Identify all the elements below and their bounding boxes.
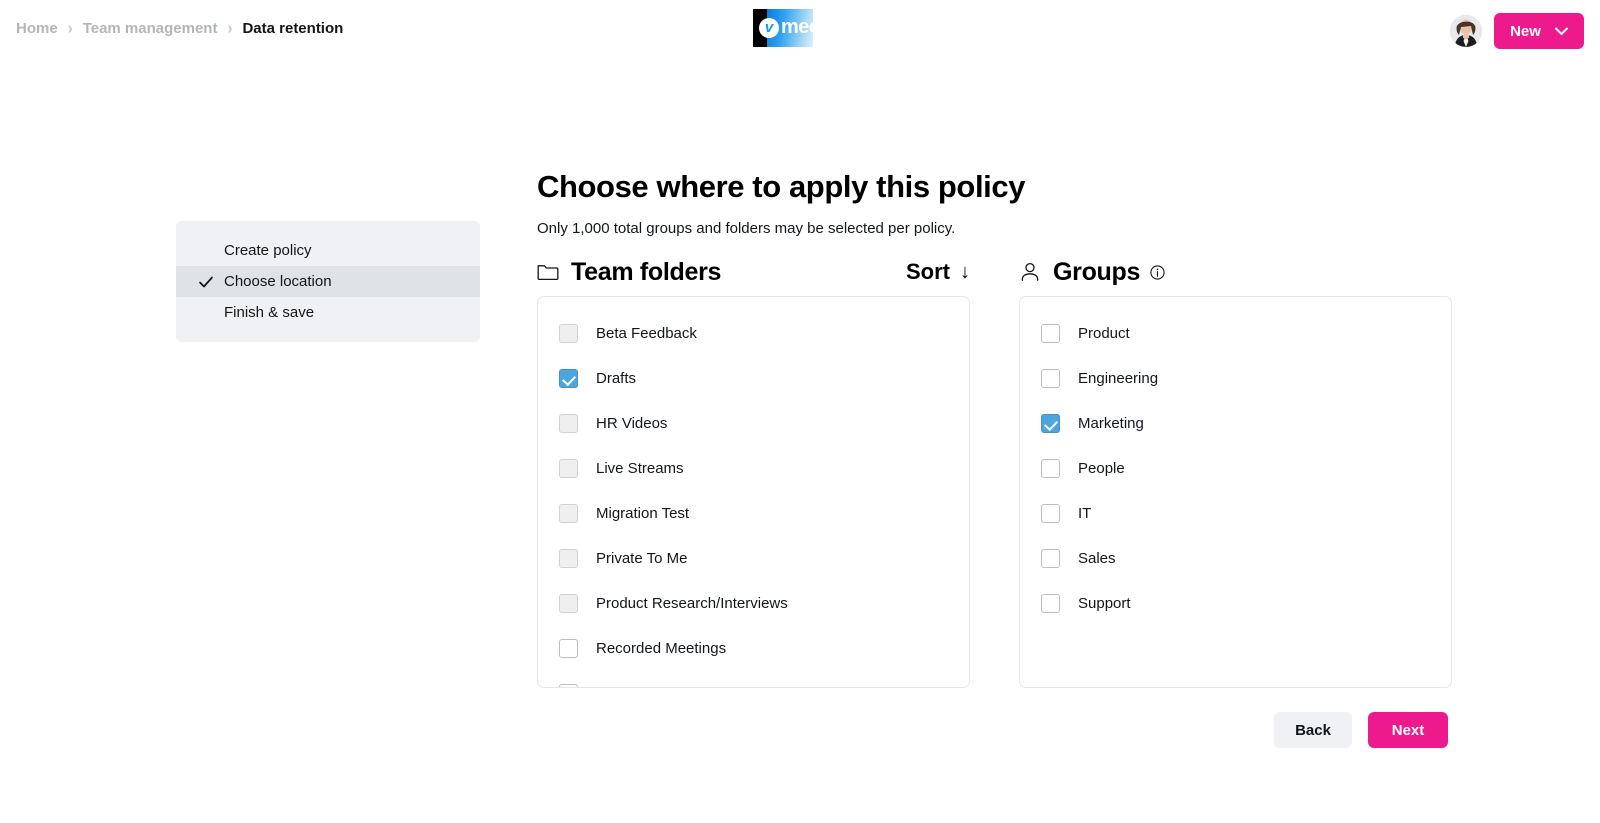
group-row[interactable]: People [1020,446,1451,491]
step-finish-and-save[interactable]: Finish & save [176,297,480,328]
page-subtitle: Only 1,000 total groups and folders may … [537,220,955,237]
team-folder-checkbox[interactable] [559,324,578,343]
check-icon [198,274,214,290]
breadcrumb-item-home[interactable]: Home [16,20,58,37]
group-row[interactable]: Sales [1020,536,1451,581]
breadcrumb-item-data-retention: Data retention [242,20,343,37]
team-folder-checkbox[interactable] [559,684,578,688]
breadcrumb-separator: › [227,19,232,39]
team-folder-label: Beta Feedback [596,325,697,342]
team-folder-row[interactable]: Private To Me [538,536,969,581]
sort-label: Sort [906,259,950,285]
group-label: Marketing [1078,415,1144,432]
team-folder-checkbox[interactable] [559,639,578,658]
group-checkbox[interactable] [1041,549,1060,568]
logo-wordmark: meo [781,16,813,39]
team-folder-checkbox[interactable] [559,504,578,523]
team-folder-checkbox[interactable] [559,369,578,388]
team-folder-label: Drafts [596,370,636,387]
group-label: IT [1078,505,1091,522]
group-label: People [1078,460,1125,477]
team-folder-row[interactable]: Drafts [538,356,969,401]
breadcrumb: Home › Team management › Data retention [16,20,343,37]
group-label: Engineering [1078,370,1158,387]
team-folder-checkbox[interactable] [559,459,578,478]
group-checkbox[interactable] [1041,594,1060,613]
group-row[interactable]: IT [1020,491,1451,536]
team-folder-checkbox[interactable] [559,414,578,433]
team-folder-row[interactable]: Product Research/Interviews [538,581,969,626]
team-folder-checkbox[interactable] [559,549,578,568]
team-folder-label: Migration Test [596,505,689,522]
team-folders-title: Team folders [571,258,721,287]
group-row[interactable]: Engineering [1020,356,1451,401]
team-folder-row[interactable]: Recordings [538,671,969,688]
group-label: Sales [1078,550,1116,567]
group-checkbox[interactable] [1041,369,1060,388]
sort-button[interactable]: Sort ↓ [906,259,970,285]
logo-v-mark: v [759,18,779,38]
team-folder-row[interactable]: Live Streams [538,446,969,491]
group-label: Product [1078,325,1130,342]
group-row[interactable]: Support [1020,581,1451,626]
person-icon [1019,261,1041,283]
team-folder-label: Recordings [596,685,672,688]
group-checkbox[interactable] [1041,324,1060,343]
step-label: Finish & save [224,304,314,321]
team-folders-header: Team folders Sort ↓ [537,252,970,292]
group-checkbox[interactable] [1041,459,1060,478]
next-button[interactable]: Next [1368,712,1448,748]
top-bar: Home › Team management › Data retention … [0,0,1600,62]
team-folder-label: HR Videos [596,415,667,432]
wizard-stepper: Create policy Choose location Finish & s… [176,221,480,342]
team-folder-label: Product Research/Interviews [596,595,788,612]
back-button[interactable]: Back [1274,712,1352,748]
team-folder-row[interactable]: Beta Feedback [538,311,969,356]
step-create-policy[interactable]: Create policy [176,235,480,266]
breadcrumb-item-team-management[interactable]: Team management [83,20,218,37]
group-label: Support [1078,595,1131,612]
step-label: Choose location [224,273,332,290]
avatar[interactable] [1450,15,1482,47]
team-folders-panel: Team folders Sort ↓ Beta Feedback Drafts H… [537,252,970,688]
team-folder-checkbox[interactable] [559,594,578,613]
group-row[interactable]: Marketing [1020,401,1451,446]
team-folder-label: Live Streams [596,460,684,477]
chevron-down-icon [1555,23,1568,40]
group-row[interactable]: Product [1020,311,1451,356]
team-folder-label: Recorded Meetings [596,640,726,657]
team-folder-label: Private To Me [596,550,687,567]
data-retention-policy-page: Home › Team management › Data retention … [0,0,1600,823]
group-checkbox[interactable] [1041,504,1060,523]
groups-header: Groups [1019,252,1452,292]
groups-title: Groups [1053,258,1140,287]
folder-icon [537,261,559,283]
team-folder-row[interactable]: Recorded Meetings [538,626,969,671]
group-checkbox[interactable] [1041,414,1060,433]
team-folder-row[interactable]: HR Videos [538,401,969,446]
wizard-footer: Back Next [1274,712,1448,748]
arrow-down-icon: ↓ [960,262,970,282]
vimeo-logo[interactable]: v meo [753,9,813,47]
team-folders-list[interactable]: Beta Feedback Drafts HR Videos Live Streams… [537,296,970,688]
breadcrumb-separator: › [68,19,73,39]
team-folder-row[interactable]: Migration Test [538,491,969,536]
groups-panel: Groups Product Engineering Marketing People… [1019,252,1452,688]
new-button-label: New [1510,23,1541,40]
page-title: Choose where to apply this policy [537,169,1297,205]
info-icon[interactable] [1150,265,1165,280]
groups-list[interactable]: Product Engineering Marketing People IT Sales… [1019,296,1452,688]
step-label: Create policy [224,242,312,259]
new-button[interactable]: New [1494,13,1584,49]
step-choose-location[interactable]: Choose location [176,266,480,297]
